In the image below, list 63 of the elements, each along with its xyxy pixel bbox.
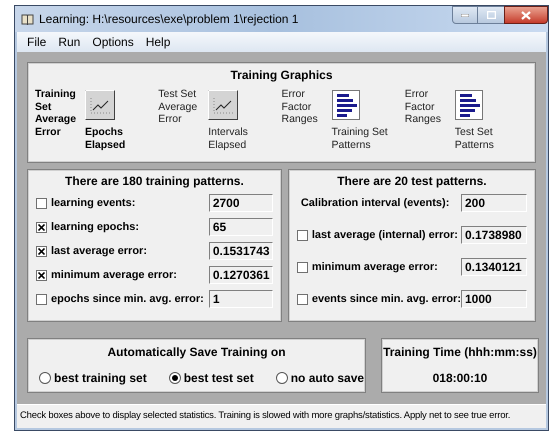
stat-label: minimum average error: bbox=[312, 260, 439, 275]
stat-field[interactable]: 1000 bbox=[461, 290, 527, 308]
minimize-icon bbox=[461, 14, 469, 16]
stat-label: Calibration interval (events): bbox=[300, 196, 450, 211]
stat-label: learning events: bbox=[51, 196, 136, 211]
status-text: Check boxes above to display selected statistics. Training is slowed with more graphs/statistics. Apply net to see true error. bbox=[20, 409, 510, 424]
checkbox[interactable] bbox=[36, 222, 47, 232]
checkbox[interactable] bbox=[36, 246, 47, 256]
panel-title: There are 20 test patterns. bbox=[336, 173, 488, 190]
checkbox[interactable] bbox=[36, 294, 47, 304]
checkbox[interactable] bbox=[296, 262, 308, 272]
stat-field[interactable]: 0.1531743 bbox=[208, 242, 273, 260]
stat-label: last average (internal) error: bbox=[312, 228, 459, 243]
close-icon bbox=[521, 10, 531, 20]
checkbox[interactable] bbox=[296, 230, 308, 240]
stat-field[interactable]: 200 bbox=[461, 194, 527, 212]
panel-title: Training Time (hhh:mm:ss) bbox=[383, 344, 537, 361]
checkbox[interactable] bbox=[296, 294, 308, 304]
stat-label: minimum average error: bbox=[51, 268, 178, 283]
stat-label: learning epochs: bbox=[51, 220, 140, 235]
stat-label: events since min. avg. error: bbox=[312, 292, 461, 307]
graph-caption[interactable]: Error Factor Ranges bbox=[404, 86, 451, 126]
maximize-button[interactable] bbox=[478, 6, 504, 24]
graph-caption[interactable]: Training Set Average Error bbox=[35, 86, 81, 138]
line-graph-icon[interactable] bbox=[85, 90, 115, 120]
book-icon bbox=[21, 14, 34, 24]
radio-label[interactable]: no auto save bbox=[290, 369, 364, 387]
panel-title: There are 180 training patterns. bbox=[64, 173, 245, 190]
graph-axis-label: Training Set Patterns bbox=[332, 126, 389, 151]
panel-title: Training Graphics bbox=[230, 67, 333, 84]
checkbox[interactable] bbox=[36, 270, 47, 280]
radio-button[interactable] bbox=[276, 372, 288, 384]
menu-item[interactable]: Run bbox=[58, 33, 80, 51]
graph-axis-label: Test Set Patterns bbox=[454, 126, 495, 151]
bar-chart-icon[interactable] bbox=[454, 90, 483, 120]
stat-label: epochs since min. avg. error: bbox=[51, 292, 205, 307]
menu-item[interactable]: File bbox=[27, 33, 46, 51]
menu-item[interactable]: Help bbox=[146, 33, 170, 51]
graph-axis-label: Intervals Elapsed bbox=[208, 126, 249, 151]
window-title: Learning: H:\resources\exe\problem 1\rejection 1 bbox=[39, 11, 298, 28]
minimize-button[interactable] bbox=[452, 6, 478, 24]
stat-field[interactable]: 0.1738980 bbox=[461, 226, 527, 244]
maximize-icon bbox=[486, 11, 496, 19]
radio-label[interactable]: best training set bbox=[54, 369, 147, 387]
graph-caption[interactable]: Error Factor Ranges bbox=[282, 86, 328, 126]
stat-field[interactable]: 1 bbox=[208, 290, 273, 308]
radio-button[interactable] bbox=[168, 372, 181, 384]
stat-label: last average error: bbox=[51, 244, 148, 259]
radio-label[interactable]: best test set bbox=[184, 369, 254, 387]
checkbox[interactable] bbox=[36, 198, 47, 208]
stat-field[interactable]: 0.1270361 bbox=[208, 266, 273, 284]
stat-field[interactable]: 65 bbox=[208, 218, 273, 236]
panel-title: Automatically Save Training on bbox=[108, 344, 286, 361]
line-graph-icon[interactable] bbox=[208, 90, 238, 120]
graph-caption[interactable]: Test Set Average Error bbox=[158, 86, 204, 126]
graph-axis-label: Epochs Elapsed bbox=[85, 126, 126, 151]
close-button[interactable] bbox=[504, 6, 548, 24]
bar-chart-icon[interactable] bbox=[332, 90, 360, 120]
radio-button[interactable] bbox=[39, 372, 51, 384]
training-time: 018:00:10 bbox=[432, 370, 488, 387]
menu-item[interactable]: Options bbox=[92, 33, 134, 51]
stat-field[interactable]: 0.1340121 bbox=[461, 258, 527, 276]
stat-field[interactable]: 2700 bbox=[208, 194, 273, 212]
